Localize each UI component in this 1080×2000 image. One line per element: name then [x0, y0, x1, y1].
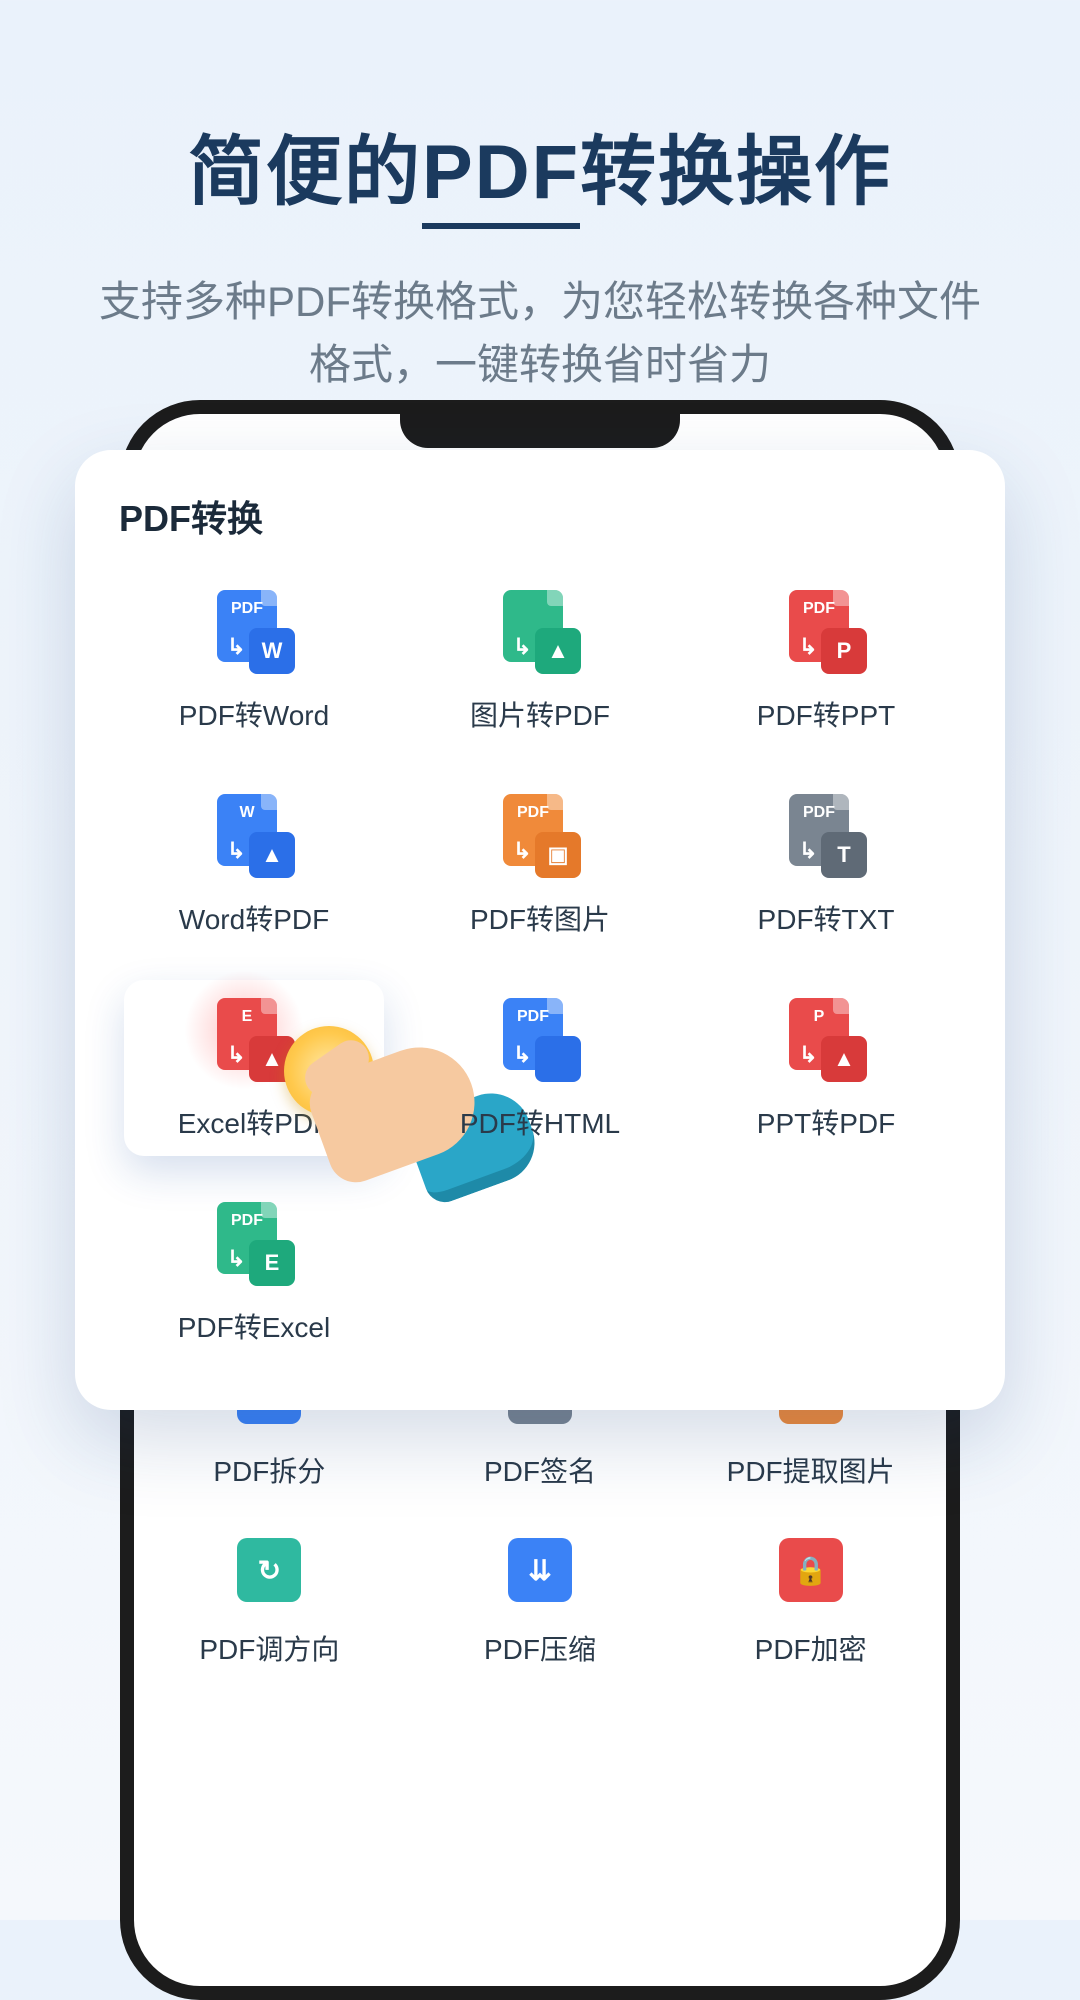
pdf-convert-card: PDF转换 PDF ↳ W PDF转Word ↳ ▲ 图片转PDF PDF ↳ …	[75, 450, 1005, 1410]
tool-label: 图片转PDF	[470, 694, 610, 734]
card-title: PDF转换	[111, 490, 969, 542]
bg-tool-icon: ⇊	[500, 1530, 580, 1610]
file-convert-icon: W ↳ ▲	[209, 794, 299, 880]
file-convert-icon: PDF ↳ W	[209, 590, 299, 676]
tool-label: Excel转PDF	[178, 1102, 330, 1142]
tool-PDF转PPT[interactable]: PDF ↳ P PDF转PPT	[696, 572, 956, 748]
tool-label: PDF转TXT	[758, 898, 895, 938]
tool-label: PDF转PPT	[757, 694, 895, 734]
hero-title-mid: PDF	[422, 130, 580, 215]
file-convert-icon: P ↳ ▲	[781, 998, 871, 1084]
bg-tool-label: PDF加密	[755, 1628, 867, 1668]
bg-tool-label: PDF签名	[484, 1450, 596, 1490]
tool-图片转PDF[interactable]: ↳ ▲ 图片转PDF	[410, 572, 670, 748]
tool-Excel转PDF[interactable]: E ↳ ▲ Excel转PDF	[124, 980, 384, 1156]
file-convert-icon: ↳ ▲	[495, 590, 585, 676]
file-convert-icon: PDF ↳	[495, 998, 585, 1084]
bg-tool-PDF调方向[interactable]: ↻ PDF调方向	[169, 1530, 369, 1668]
tool-grid: PDF ↳ W PDF转Word ↳ ▲ 图片转PDF PDF ↳ P PDF转…	[111, 572, 969, 1360]
tool-label: PDF转Word	[179, 694, 329, 734]
hero-title-pre: 简便的	[188, 130, 422, 215]
tool-PPT转PDF[interactable]: P ↳ ▲ PPT转PDF	[696, 980, 956, 1156]
tool-label: PPT转PDF	[757, 1102, 895, 1142]
bg-tool-label: PDF压缩	[484, 1628, 596, 1668]
tool-PDF转HTML[interactable]: PDF ↳ PDF转HTML	[410, 980, 670, 1156]
tool-PDF转Excel[interactable]: PDF ↳ E PDF转Excel	[124, 1184, 384, 1360]
tool-Word转PDF[interactable]: W ↳ ▲ Word转PDF	[124, 776, 384, 952]
tool-label: PDF转Excel	[178, 1306, 330, 1346]
tool-PDF转TXT[interactable]: PDF ↳ T PDF转TXT	[696, 776, 956, 952]
bg-tool-icon: 🔒	[771, 1530, 851, 1610]
bg-tool-PDF加密[interactable]: 🔒 PDF加密	[711, 1530, 911, 1668]
bg-tool-label: PDF拆分	[213, 1450, 325, 1490]
hero-subtitle: 支持多种PDF转换格式，为您轻松转换各种文件格式，一键转换省时省力	[0, 270, 1080, 396]
bg-tool-label: PDF提取图片	[727, 1450, 895, 1490]
bg-tool-label: PDF调方向	[199, 1628, 339, 1668]
file-convert-icon: PDF ↳ P	[781, 590, 871, 676]
tool-PDF转Word[interactable]: PDF ↳ W PDF转Word	[124, 572, 384, 748]
phone-notch	[400, 414, 680, 448]
bg-tool-PDF压缩[interactable]: ⇊ PDF压缩	[440, 1530, 640, 1668]
hero-title-post: 转换操作	[580, 130, 892, 215]
file-convert-icon: PDF ↳ ▣	[495, 794, 585, 880]
file-convert-icon: PDF ↳ E	[209, 1202, 299, 1288]
tool-label: Word转PDF	[179, 898, 329, 938]
tool-label: PDF转图片	[470, 898, 610, 938]
tool-PDF转图片[interactable]: PDF ↳ ▣ PDF转图片	[410, 776, 670, 952]
file-convert-icon: PDF ↳ T	[781, 794, 871, 880]
bg-tool-icon: ↻	[229, 1530, 309, 1610]
file-convert-icon: E ↳ ▲	[209, 998, 299, 1084]
hero-title: 简便的PDF转换操作	[0, 0, 1080, 220]
tool-label: PDF转HTML	[460, 1102, 620, 1142]
